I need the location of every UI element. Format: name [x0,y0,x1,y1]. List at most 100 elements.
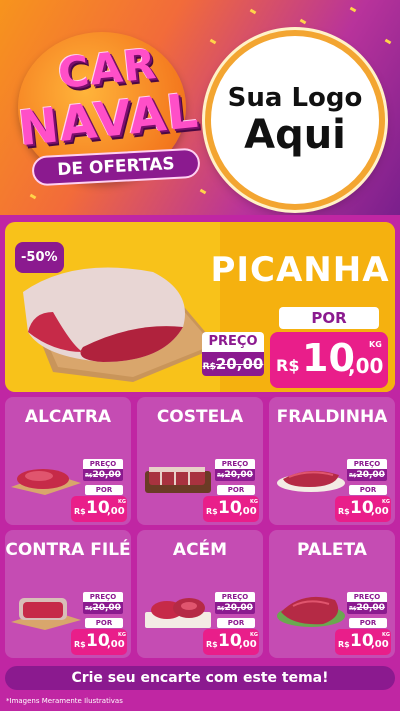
costela-image [145,467,211,493]
new-price: R$ 10 ,00 KG [71,629,127,655]
header-banner: CAR NAVAL DE OFERTAS Sua Logo Aqui [0,0,400,215]
price-cents: ,00 [371,639,389,650]
featured-product-name: PICANHA [210,250,390,290]
disclaimer-text: *Imagens Meramente Ilustrativas [6,697,123,705]
old-price-box: PREÇO R$20,00 [215,459,255,481]
new-price: R$ 10 ,00 KG [71,496,127,522]
old-price-value: 20,00 [356,470,385,480]
alcatra-image [11,469,81,495]
price-currency: R$ [74,640,86,649]
discount-badge: -50% [15,242,64,273]
new-price-box: POR R$ 10 ,00 KG [270,307,388,388]
price-unit: KG [382,632,390,638]
product-name: ALCATRA [24,407,112,427]
por-label: POR [279,307,379,329]
logo-text-line1: Sua Logo [227,83,363,113]
confetti-decoration [209,38,217,45]
old-price-box: PREÇO R$20,00 [347,592,387,614]
por-label: POR [349,618,387,628]
preco-label: PREÇO [215,592,255,602]
preco-label: PREÇO [215,459,255,469]
old-price-box: PREÇO R$20,00 [215,592,255,614]
price-currency: R$ [276,356,300,375]
product-name: CONTRA FILÉ [5,540,131,560]
logo-text-line2: Aqui [244,112,346,158]
old-price-value: 20,00 [224,603,253,613]
old-price-box: PREÇO R$20,00 [202,332,264,376]
confetti-decoration [349,6,357,13]
product-card[interactable]: COSTELA PREÇO R$20,00 POR R$ 10 ,00 KG [137,397,263,525]
contra-file-image [11,598,81,630]
acem-image [145,598,211,628]
por-label: POR [217,485,255,495]
price-unit: KG [250,632,258,638]
por-label: POR [85,485,123,495]
preco-label: PREÇO [347,592,387,602]
price-currency: R$ [338,507,350,516]
old-price: R$20,00 [83,469,123,481]
confetti-decoration [249,8,257,15]
price-integer: 10 [302,336,355,380]
new-price: R$ 10 ,00 KG [203,496,259,522]
old-price-box: PREÇO R$20,00 [83,459,123,481]
old-price: R$20,00 [202,352,264,376]
old-price-currency: R$ [202,362,216,372]
old-price: R$20,00 [215,469,255,481]
price-unit: KG [118,632,126,638]
logo-placeholder[interactable]: Sua Logo Aqui [205,30,385,210]
confetti-decoration [199,188,207,195]
carnaval-title-badge: CAR NAVAL DE OFERTAS [10,22,201,187]
new-price: R$ 10 ,00 KG [335,629,391,655]
old-price-box: PREÇO R$20,00 [347,459,387,481]
price-cents: ,00 [239,639,257,650]
price-unit: KG [382,499,390,505]
featured-product-card[interactable]: -50% PICANHA PREÇO R$20,00 POR R$ 10 ,00… [5,222,395,392]
product-name: ACÉM [172,540,228,560]
confetti-decoration [29,193,37,200]
price-currency: R$ [338,640,350,649]
confetti-decoration [299,18,307,25]
confetti-decoration [384,38,392,45]
old-price-value: 20,00 [224,470,253,480]
old-price: R$20,00 [83,602,123,614]
old-price-box: PREÇO R$20,00 [83,592,123,614]
product-name: COSTELA [156,407,244,427]
price-unit: KG [250,499,258,505]
preco-label: PREÇO [83,459,123,469]
paleta-image [277,596,345,627]
price-cents: ,00 [348,354,384,378]
product-name: FRALDINHA [276,407,388,427]
product-card[interactable]: ALCATRA PREÇO R$20,00 POR R$ 10 ,00 KG [5,397,131,525]
price-currency: R$ [206,640,218,649]
por-label: POR [349,485,387,495]
price-unit: KG [369,340,382,349]
new-price: R$ 10 ,00 KG [203,629,259,655]
preco-label: PREÇO [347,459,387,469]
cta-banner[interactable]: Crie seu encarte com este tema! [5,666,395,690]
price-cents: ,00 [239,506,257,517]
price-cents: ,00 [107,506,125,517]
price-cents: ,00 [371,506,389,517]
old-price: R$20,00 [347,469,387,481]
new-price: R$ 10 ,00 KG [335,496,391,522]
product-card[interactable]: PALETA PREÇO R$20,00 POR R$ 10 ,00 KG [269,530,395,658]
old-price-value: 20,00 [356,603,385,613]
price-currency: R$ [206,507,218,516]
fraldinha-image [277,470,345,492]
old-price-value: 20,00 [215,355,264,373]
old-price: R$20,00 [215,602,255,614]
price-unit: KG [118,499,126,505]
por-label: POR [85,618,123,628]
product-card[interactable]: FRALDINHA PREÇO R$20,00 POR R$ 10 ,00 KG [269,397,395,525]
product-card[interactable]: CONTRA FILÉ PREÇO R$20,00 POR R$ 10 ,00 … [5,530,131,658]
product-card[interactable]: ACÉM PREÇO R$20,00 POR R$ 10 ,00 KG [137,530,263,658]
preco-label: PREÇO [202,332,264,352]
old-price-value: 20,00 [92,603,121,613]
new-price: R$ 10 ,00 KG [270,332,388,388]
old-price-value: 20,00 [92,470,121,480]
por-label: POR [217,618,255,628]
old-price: R$20,00 [347,602,387,614]
price-currency: R$ [74,507,86,516]
price-cents: ,00 [107,639,125,650]
preco-label: PREÇO [83,592,123,602]
